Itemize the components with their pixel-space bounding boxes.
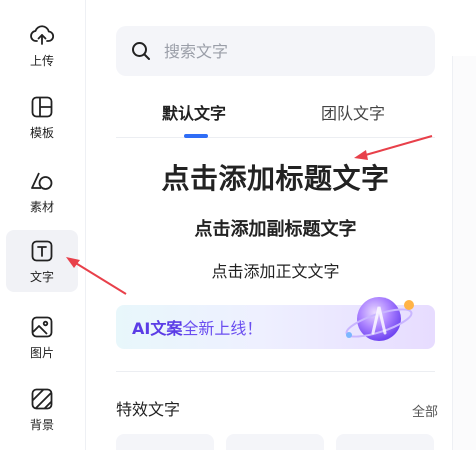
banner-strong: AI文案 [132, 319, 183, 338]
active-tab-indicator [184, 134, 208, 138]
scrollbar[interactable] [452, 56, 476, 450]
shapes-icon [31, 172, 53, 190]
left-rail: 上传 模板 素材 文字 图片 背景 [0, 0, 86, 450]
rail-item-background[interactable]: 背景 [6, 378, 78, 440]
template-grid-icon [31, 96, 53, 118]
rail-item-template[interactable]: 模板 [6, 86, 78, 148]
ai-copy-banner[interactable]: AI文案全新上线！ [116, 297, 435, 349]
rail-item-upload[interactable]: 上传 [6, 14, 78, 76]
effect-text-card[interactable] [336, 434, 434, 450]
tab-team-text[interactable]: 团队文字 [321, 100, 385, 124]
rail-item-text[interactable]: 文字 [6, 230, 78, 292]
banner-rest: 全新上线！ [182, 319, 263, 338]
cloud-upload-icon [30, 25, 55, 45]
banner-text: AI文案全新上线！ [132, 315, 262, 339]
rail-label-material: 素材 [29, 200, 54, 214]
add-body-text[interactable]: 点击添加正文文字 [116, 258, 435, 282]
rail-label-upload: 上传 [29, 54, 54, 68]
add-subtitle-text[interactable]: 点击添加副标题文字 [116, 215, 435, 241]
image-icon [31, 316, 53, 338]
background-stripes-icon [31, 388, 53, 410]
rail-label-image: 图片 [29, 346, 54, 360]
rail-label-background: 背景 [29, 418, 54, 432]
rail-label-template: 模板 [29, 126, 54, 140]
effect-text-section-title: 特效文字 [116, 400, 181, 419]
view-all-link[interactable]: 全部 [412, 401, 438, 420]
text-tabs: 默认文字 团队文字 [116, 90, 435, 138]
search-icon [132, 42, 150, 60]
tab-default-text[interactable]: 默认文字 [162, 100, 226, 124]
add-title-text[interactable]: 点击添加标题文字 [116, 157, 435, 197]
rail-label-text: 文字 [29, 270, 54, 284]
rail-item-image[interactable]: 图片 [6, 306, 78, 368]
ai-sphere-illustration-icon [345, 297, 414, 341]
text-t-icon [31, 240, 53, 262]
section-divider [116, 371, 435, 372]
search-box[interactable] [116, 26, 435, 76]
text-panel: 默认文字 团队文字 点击添加标题文字 点击添加副标题文字 点击添加正文文字 AI… [86, 0, 452, 450]
effect-text-card[interactable] [116, 434, 214, 450]
rail-item-material[interactable]: 素材 [6, 160, 78, 222]
search-input[interactable] [164, 41, 414, 61]
effect-text-card[interactable] [226, 434, 324, 450]
